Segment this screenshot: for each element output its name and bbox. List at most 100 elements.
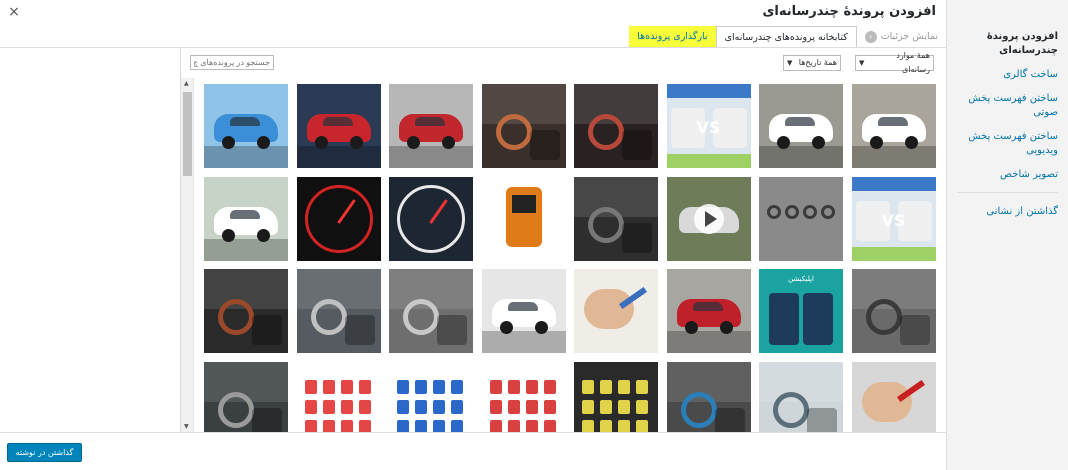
fuse-shape xyxy=(358,419,371,432)
attachment-thumbnail[interactable] xyxy=(574,269,658,353)
attachment-thumbnail[interactable] xyxy=(666,361,751,432)
fuse-shape xyxy=(340,379,353,394)
fuse-shape xyxy=(322,399,335,414)
attachment-thumbnail[interactable] xyxy=(481,269,566,353)
attachment-thumbnail[interactable] xyxy=(851,84,936,168)
scroll-down-icon[interactable]: ▼ xyxy=(184,423,189,430)
close-icon[interactable]: × xyxy=(6,4,22,20)
wheel-shape xyxy=(349,136,363,149)
tab-show-details[interactable]: نمایش جزئیات ‹ xyxy=(857,26,946,48)
fuse-shape xyxy=(358,379,371,394)
attachment-thumbnail[interactable] xyxy=(389,361,473,432)
fuse-shape xyxy=(322,419,335,432)
attachment-thumbnail[interactable] xyxy=(851,361,936,432)
scanner-screen-shape xyxy=(511,194,536,213)
steering-wheel-shape xyxy=(218,299,254,335)
router-tabs: بارگذاری پرونده‌ها کتابخانه پرونده‌های چ… xyxy=(629,26,946,48)
ground-shape xyxy=(296,146,381,168)
attachment-thumbnail[interactable] xyxy=(481,361,566,432)
gasket-hole-shape xyxy=(767,204,781,219)
fuse-shape xyxy=(451,379,463,394)
windshield-shape xyxy=(322,117,353,126)
ground-shape xyxy=(851,146,936,168)
fuse-shape xyxy=(582,399,594,414)
attachment-thumbnail[interactable] xyxy=(759,176,843,261)
dashboard-shape xyxy=(529,130,560,160)
attachment-thumbnail[interactable] xyxy=(759,361,843,432)
attachment-thumbnail[interactable] xyxy=(204,176,288,261)
details-label: نمایش جزئیات xyxy=(880,31,938,42)
attachment-thumbnail[interactable] xyxy=(759,84,843,168)
ground-shape xyxy=(481,331,566,353)
sidebar-item-insert-from-url[interactable]: گذاشتن از نشانی xyxy=(957,205,1058,219)
attachment-thumbnail[interactable]: اپلیکیشن xyxy=(759,269,843,353)
type-filter-select[interactable]: همهٔ موارد رسانه‌ای ▼ xyxy=(855,51,934,74)
attachment-thumbnail[interactable]: VS xyxy=(851,176,936,261)
sidebar-item-video-playlist[interactable]: ساختن فهرست پخش ویدیویی xyxy=(957,130,1058,158)
steering-wheel-shape xyxy=(310,299,347,335)
attachment-thumbnail[interactable] xyxy=(296,176,381,261)
windshield-shape xyxy=(877,117,908,126)
fuse-shape xyxy=(322,379,335,394)
dropdown-arrow-icon: ▼ xyxy=(787,59,793,67)
sidebar-item-create-gallery[interactable]: ساخت گالری xyxy=(957,68,1058,82)
vs-label: VS xyxy=(881,210,906,230)
attachment-thumbnail[interactable] xyxy=(481,84,566,168)
search-input[interactable] xyxy=(190,55,274,70)
attachment-thumbnail[interactable] xyxy=(296,269,381,353)
dashboard-shape xyxy=(622,130,652,160)
fuse-shape xyxy=(489,399,502,414)
fuse-shape xyxy=(507,399,520,414)
fuse-shape xyxy=(525,379,538,394)
fuse-shape xyxy=(358,399,371,414)
scroll-up-icon[interactable]: ▲ xyxy=(184,80,189,87)
attachment-thumbnail[interactable] xyxy=(574,176,658,261)
insert-into-post-button[interactable]: گذاشتن در نوشته xyxy=(7,443,82,462)
scrollbar[interactable]: ▲ ▼ xyxy=(181,78,194,432)
fuse-shape xyxy=(415,419,427,432)
attachment-thumbnail[interactable] xyxy=(389,176,473,261)
attachment-thumbnail[interactable] xyxy=(296,361,381,432)
sidebar-item-featured-image[interactable]: تصویر شاخص xyxy=(957,168,1058,182)
windshield-shape xyxy=(415,117,445,126)
footer-band-shape xyxy=(666,154,751,168)
sidebar-separator xyxy=(957,192,1058,193)
sidebar-item-audio-playlist[interactable]: ساختن فهرست پخش صوتی xyxy=(957,92,1058,120)
attachment-thumbnail[interactable] xyxy=(666,269,751,353)
attachment-thumbnail[interactable] xyxy=(574,84,658,168)
attachment-thumbnail[interactable] xyxy=(389,84,473,168)
attachment-thumbnail[interactable]: VS xyxy=(666,84,751,168)
attachment-thumbnail[interactable] xyxy=(574,361,658,432)
windshield-shape xyxy=(785,117,815,126)
sidebar-item-add-media[interactable]: افزودن پروندهٔ چندرسانه‌ای xyxy=(957,30,1058,58)
attachment-thumbnail[interactable] xyxy=(296,84,381,168)
ground-shape xyxy=(759,146,843,168)
tab-media-library[interactable]: کتابخانه پرونده‌های چندرسانه‌ای xyxy=(715,26,857,48)
attachment-thumbnail[interactable] xyxy=(204,84,288,168)
windshield-shape xyxy=(507,302,538,311)
attachment-thumbnail[interactable] xyxy=(851,269,936,353)
fuse-shape xyxy=(636,399,648,414)
windshield-shape xyxy=(230,117,260,126)
fuse-shape xyxy=(600,379,612,394)
ground-shape xyxy=(204,146,288,168)
attachment-thumbnail[interactable] xyxy=(389,269,473,353)
steering-wheel-shape xyxy=(865,299,902,335)
phone-shape xyxy=(769,293,799,345)
tab-upload-files[interactable]: بارگذاری پرونده‌ها xyxy=(629,26,716,48)
fuse-shape xyxy=(304,379,317,394)
windshield-shape xyxy=(230,209,260,219)
date-filter-select[interactable]: همهٔ تاریخ‌ها ▼ xyxy=(783,55,841,71)
fuse-shape xyxy=(340,419,353,432)
attachment-thumbnail[interactable] xyxy=(666,176,751,261)
modal-title: افزودن پروندهٔ چندرسانه‌ای xyxy=(762,4,936,19)
fuse-shape xyxy=(451,399,463,414)
attachment-thumbnail[interactable] xyxy=(204,361,288,432)
poster-title: اپلیکیشن xyxy=(788,275,814,283)
scroll-thumb[interactable] xyxy=(183,92,192,176)
wheel-shape xyxy=(812,136,825,149)
fuse-shape xyxy=(600,399,612,414)
attachment-thumbnail[interactable] xyxy=(204,269,288,353)
attachment-thumbnail[interactable] xyxy=(481,176,566,261)
wheel-shape xyxy=(904,136,918,149)
